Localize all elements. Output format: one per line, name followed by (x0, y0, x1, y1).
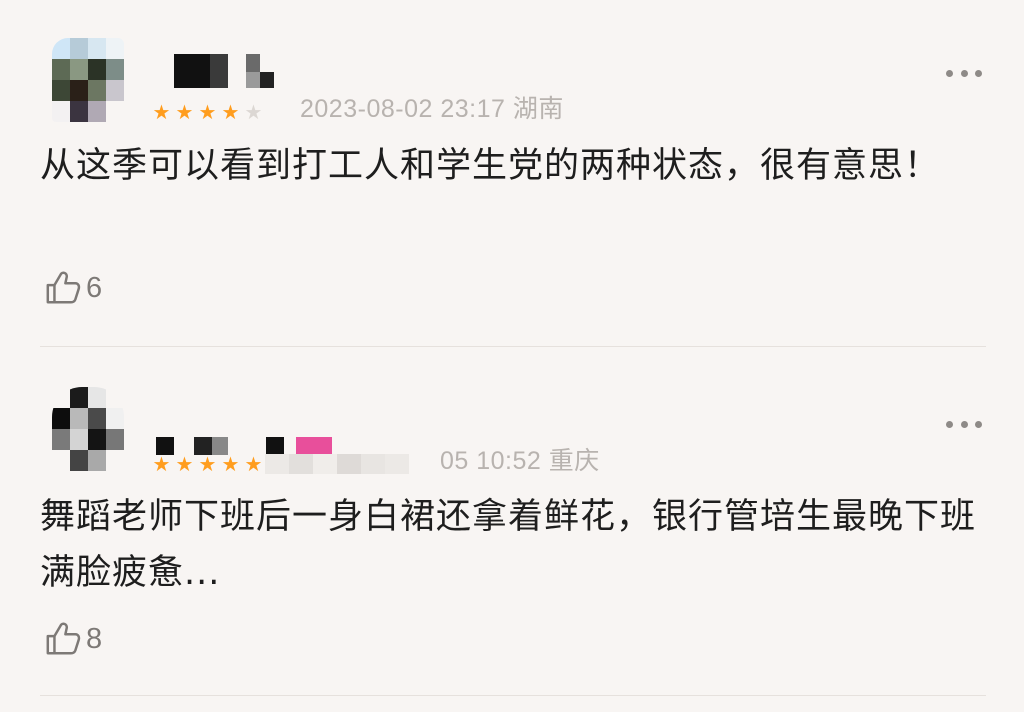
like-count: 6 (86, 271, 103, 304)
username-pixelated[interactable] (156, 417, 356, 455)
avatar-pixel (52, 450, 70, 471)
avatar-pixel (88, 80, 106, 101)
avatar-pixel (70, 80, 88, 101)
thumbs-up-icon (46, 271, 81, 304)
thumbs-up-icon (46, 622, 81, 655)
dot-icon (975, 420, 982, 428)
comment-item: ★ ★ ★ ★ ★ 05 10:52 重庆 舞蹈老师下班后一身白裙还拿着鲜花，银行管培生… (0, 347, 1024, 697)
like-button[interactable]: 6 (44, 268, 102, 308)
dot-icon (960, 69, 968, 77)
comment-meta: 2023-08-02 23:17 湖南 (300, 95, 564, 123)
comment-text: 从这季可以看到打工人和学生党的两种状态，很有意思！ (40, 146, 941, 186)
avatar-pixel (106, 38, 124, 59)
comment-item: ★ ★ ★ ★ ★ 2023-08-02 23:17 湖南 从这季可以看到打工人和学生党… (0, 0, 1024, 347)
rating-stars: ★ ★ ★ ★ ★ (150, 102, 265, 122)
star-icon: ★ (152, 452, 171, 476)
pixelated-mask (265, 454, 409, 474)
avatar-pixel (106, 429, 124, 450)
avatar-pixel (88, 408, 106, 429)
avatar-pixel (70, 38, 88, 59)
avatar-pixel (88, 101, 106, 122)
username-pixel (296, 437, 332, 455)
avatar-pixel (106, 450, 124, 471)
dot-icon (946, 69, 953, 77)
star-icon: ★ (221, 452, 240, 476)
avatar[interactable] (52, 387, 124, 471)
username-pixel (266, 437, 284, 455)
avatar-pixel (88, 387, 106, 408)
avatar-pixel (88, 59, 106, 80)
avatar-pixel (52, 408, 70, 429)
avatar-pixel (88, 450, 106, 471)
avatar-pixel (106, 59, 124, 80)
avatar-pixel (52, 80, 70, 101)
star-icon: ★ (244, 452, 263, 476)
more-options-button[interactable] (946, 419, 982, 429)
avatar-pixel (106, 408, 124, 429)
avatar-pixel (88, 38, 106, 59)
avatar-pixel (70, 387, 88, 408)
rating-stars: ★ ★ ★ ★ ★ (150, 454, 409, 474)
star-icon: ★ (175, 100, 194, 124)
dot-icon (946, 420, 953, 428)
avatar-pixel (70, 101, 88, 122)
avatar-pixel (70, 429, 88, 450)
comment-meta: 05 10:52 重庆 (440, 447, 600, 475)
dot-icon (975, 69, 982, 77)
star-icon: ★ (198, 452, 217, 476)
username-pixelated[interactable] (174, 54, 324, 88)
avatar-pixel (70, 450, 88, 471)
star-icon: ★ (244, 100, 263, 124)
more-options-button[interactable] (946, 68, 982, 78)
star-icon: ★ (152, 100, 171, 124)
divider (40, 695, 986, 696)
avatar-pixel (52, 38, 70, 59)
username-pixel (210, 54, 228, 88)
like-button[interactable]: 8 (44, 619, 102, 659)
like-count: 8 (86, 622, 103, 655)
avatar-pixel (70, 408, 88, 429)
star-icon: ★ (175, 452, 194, 476)
avatar-pixel (88, 429, 106, 450)
avatar-pixel (106, 80, 124, 101)
star-icon: ★ (198, 100, 217, 124)
username-pixel (260, 72, 274, 88)
avatar-pixel (70, 59, 88, 80)
avatar-pixel (52, 429, 70, 450)
avatar-pixel (106, 101, 124, 122)
avatar-pixel (52, 101, 70, 122)
username-pixel (246, 54, 260, 72)
avatar-pixel (52, 59, 70, 80)
dot-icon (960, 420, 968, 428)
comment-text: 舞蹈老师下班后一身白裙还拿着鲜花，银行管培生最晚下班满脸疲惫... (40, 497, 977, 593)
username-pixel (174, 54, 210, 88)
avatar[interactable] (52, 38, 124, 122)
avatar-pixel (106, 387, 124, 408)
avatar-pixel (52, 387, 70, 408)
star-icon: ★ (221, 100, 240, 124)
